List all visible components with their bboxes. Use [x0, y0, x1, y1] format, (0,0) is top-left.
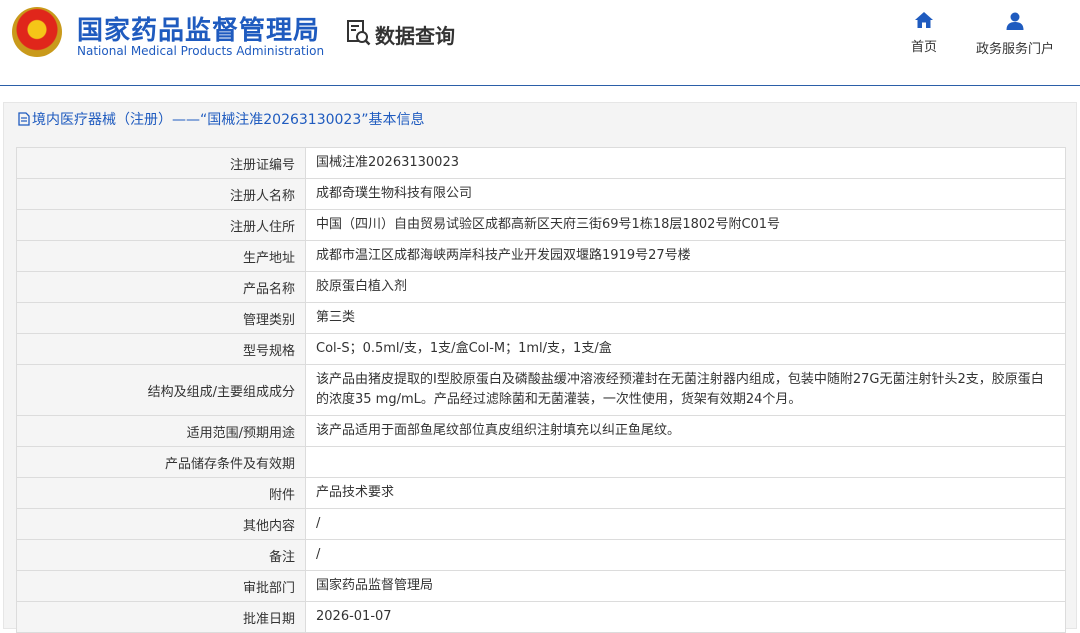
field-label: 生产地址 [16, 240, 306, 272]
field-label: 注册人名称 [16, 178, 306, 210]
national-emblem-icon: ★ [12, 7, 62, 57]
table-row: 注册证编号 国械注准20263130023 [16, 147, 1066, 179]
field-label: 结构及组成/主要组成成分 [16, 364, 306, 416]
device-info-table: 注册证编号 国械注准20263130023 注册人名称 成都奇璞生物科技有限公司 注册人… [16, 147, 1066, 633]
field-value: 胶原蛋白植入剂 [305, 271, 1066, 303]
table-row: 审批部门 国家药品监督管理局 [16, 570, 1066, 602]
table-row: 附件 产品技术要求 [16, 477, 1066, 509]
nav-service-portal[interactable]: 政务服务门户 [970, 12, 1060, 57]
field-value: 成都奇璞生物科技有限公司 [305, 178, 1066, 210]
panel-title-text: 境内医疗器械（注册）——“国械注准20263130023”基本信息 [32, 112, 425, 128]
table-row: 批准日期 2026-01-07 [16, 601, 1066, 633]
field-label: 审批部门 [16, 570, 306, 602]
field-label: 管理类别 [16, 302, 306, 334]
field-label: 产品储存条件及有效期 [16, 446, 306, 478]
table-row: 型号规格 Col-S；0.5ml/支，1支/盒Col-M；1ml/支，1支/盒 [16, 333, 1066, 365]
agency-name-cn[interactable]: 国家药品监督管理局 [77, 10, 320, 47]
field-label: 适用范围/预期用途 [16, 415, 306, 447]
data-query-title: 数据查询 [375, 24, 455, 48]
table-row: 注册人名称 成都奇璞生物科技有限公司 [16, 178, 1066, 210]
table-row: 备注 / [16, 539, 1066, 571]
panel-title: 境内医疗器械（注册）——“国械注准20263130023”基本信息 [4, 103, 1076, 137]
field-value: 国械注准20263130023 [305, 147, 1066, 179]
field-value: 该产品适用于面部鱼尾纹部位真皮组织注射填充以纠正鱼尾纹。 [305, 415, 1066, 447]
nav-home-label[interactable]: 首页 [911, 40, 937, 55]
field-label: 型号规格 [16, 333, 306, 365]
field-value: 2026-01-07 [305, 601, 1066, 633]
field-value: Col-S；0.5ml/支，1支/盒Col-M；1ml/支，1支/盒 [305, 333, 1066, 365]
field-value: 该产品由猪皮提取的Ⅰ型胶原蛋白及磷酸盐缓冲溶液经预灌封在无菌注射器内组成，包装中… [305, 364, 1066, 416]
document-icon [18, 112, 30, 126]
table-row: 其他内容 / [16, 508, 1066, 540]
data-query-icon [347, 20, 371, 46]
field-value: 第三类 [305, 302, 1066, 334]
table-row: 注册人住所 中国（四川）自由贸易试验区成都高新区天府三街69号1栋18层1802号… [16, 209, 1066, 241]
site-header: ★ 国家药品监督管理局 National Medical Products Ad… [0, 0, 1080, 86]
agency-name-en[interactable]: National Medical Products Administration [77, 44, 324, 58]
field-value: 产品技术要求 [305, 477, 1066, 509]
field-label: 批准日期 [16, 601, 306, 633]
detail-panel: 境内医疗器械（注册）——“国械注准20263130023”基本信息 注册证编号国… [3, 102, 1077, 633]
nav-home[interactable]: 首页 [908, 12, 940, 55]
field-label: 备注 [16, 539, 306, 571]
table-row: 生产地址 成都市温江区成都海峡两岸科技产业开发园双堰路1919号27号楼 [16, 240, 1066, 272]
field-value [305, 446, 1066, 478]
nav-portal-label[interactable]: 政务服务门户 [976, 42, 1054, 57]
field-label: 附件 [16, 477, 306, 509]
field-label: 其他内容 [16, 508, 306, 540]
field-value: 国家药品监督管理局 [305, 570, 1066, 602]
home-icon [915, 12, 933, 28]
field-label: 产品名称 [16, 271, 306, 303]
table-row: 产品储存条件及有效期 [16, 446, 1066, 478]
field-value: / [305, 539, 1066, 571]
field-label: 注册证编号 [16, 147, 306, 179]
table-row: 适用范围/预期用途 该产品适用于面部鱼尾纹部位真皮组织注射填充以纠正鱼尾纹。 [16, 415, 1066, 447]
field-label: 注册人住所 [16, 209, 306, 241]
table-row: 管理类别 第三类 [16, 302, 1066, 334]
field-value: 中国（四川）自由贸易试验区成都高新区天府三街69号1栋18层1802号附C01号 [305, 209, 1066, 241]
table-row: 结构及组成/主要组成成分 该产品由猪皮提取的Ⅰ型胶原蛋白及磷酸盐缓冲溶液经预灌封在… [16, 364, 1066, 416]
info-table-wrapper: 注册证编号 国械注准20263130023 注册人名称 成都奇璞生物科技有限公司 注册人… [16, 147, 1066, 633]
table-row: 产品名称 胶原蛋白植入剂 [16, 271, 1066, 303]
field-value: 成都市温江区成都海峡两岸科技产业开发园双堰路1919号27号楼 [305, 240, 1066, 272]
user-icon [1006, 12, 1024, 30]
field-value: / [305, 508, 1066, 540]
